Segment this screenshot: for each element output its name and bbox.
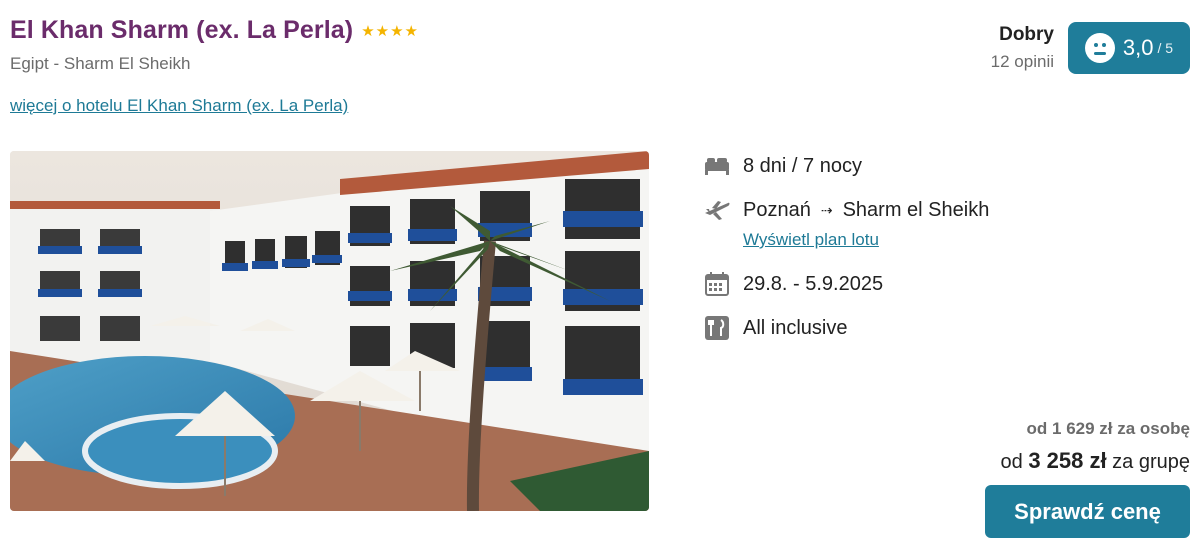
rating-badge[interactable]: 3,0 / 5 bbox=[1068, 22, 1190, 74]
calendar-icon bbox=[703, 270, 731, 298]
hotel-location: Egipt - Sharm El Sheikh bbox=[10, 54, 191, 73]
destination-city: Sharm el Sheikh bbox=[842, 198, 990, 221]
hotel-details-link[interactable]: więcej o hotelu El Khan Sharm (ex. La Pe… bbox=[10, 96, 348, 116]
review-count[interactable]: 12 opinii bbox=[991, 52, 1054, 72]
rating-score: 3,0 bbox=[1122, 35, 1154, 60]
departure-city: Poznań bbox=[743, 198, 811, 221]
duration-row: 8 dni / 7 nocy bbox=[703, 152, 862, 180]
price-group: od 3 258 zł za grupę bbox=[1001, 448, 1191, 474]
duration-text: 8 dni / 7 nocy bbox=[743, 154, 862, 177]
dates-row: 29.8. - 5.9.2025 bbox=[703, 270, 883, 298]
star-rating-icon: ★★★★ bbox=[361, 22, 419, 40]
neutral-face-icon bbox=[1084, 33, 1115, 63]
hotel-photo[interactable] bbox=[10, 151, 649, 511]
plane-icon bbox=[703, 196, 731, 224]
rating-text: Dobry 12 opinii bbox=[991, 22, 1054, 72]
price-group-amount: 3 258 zł bbox=[1028, 448, 1107, 473]
price-group-suffix: za grupę bbox=[1112, 451, 1190, 473]
price-group-prefix: od bbox=[1000, 451, 1023, 473]
flight-plan-link[interactable]: Wyświetl plan lotu bbox=[743, 230, 879, 250]
flight-row: Poznań ⇢ Sharm el Sheikh bbox=[703, 196, 989, 224]
food-icon bbox=[703, 314, 731, 342]
hotel-title[interactable]: El Khan Sharm (ex. La Perla) bbox=[10, 16, 353, 45]
board-row: All inclusive bbox=[703, 314, 847, 342]
bed-icon bbox=[703, 152, 731, 180]
hotel-title-row: El Khan Sharm (ex. La Perla) ★★★★ bbox=[10, 16, 419, 45]
board-text: All inclusive bbox=[743, 316, 848, 339]
dates-text: 29.8. - 5.9.2025 bbox=[743, 272, 884, 295]
route-arrow-icon: ⇢ bbox=[820, 201, 833, 218]
rating-label: Dobry bbox=[999, 24, 1054, 45]
check-price-button[interactable]: Sprawdź cenę bbox=[985, 485, 1190, 538]
rating-max: / 5 bbox=[1157, 40, 1174, 56]
price-per-person: od 1 629 zł za osobę bbox=[1026, 419, 1190, 438]
rating-block: Dobry 12 opinii 3,0 / 5 bbox=[991, 22, 1190, 74]
